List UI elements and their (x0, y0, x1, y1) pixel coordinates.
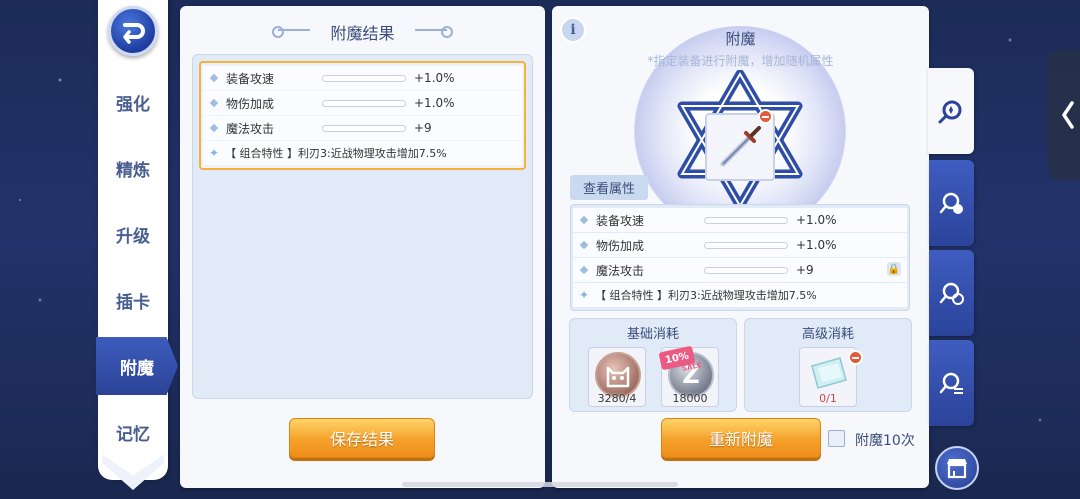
nav-item-card[interactable]: 插卡 (98, 278, 168, 322)
enchant-list-icon (939, 372, 963, 394)
view-attributes-button[interactable]: 查看属性 (570, 175, 648, 200)
sparkle-icon: ✦ (579, 288, 590, 302)
nav-item-strengthen[interactable]: 强化 (98, 80, 168, 124)
basic-cost-title: 基础消耗 (626, 327, 679, 342)
nav-item-enchant[interactable]: 附魔 (96, 337, 178, 395)
enchant-panel: i 附魔 *指定装备进行附魔，增加随机属性 查看属性 装备攻速 +1.0% 物伤… (552, 6, 929, 488)
enchant-transfer-icon (939, 282, 964, 305)
current-combo-row: ✦ 【 组合特性 】利刃3:近战物理攻击增加7.5% (573, 283, 907, 307)
advanced-cost-title: 高级消耗 (801, 327, 854, 342)
attr-value: +1.0% (414, 71, 455, 85)
result-attr-row: 装备攻速 +1.0% (203, 66, 522, 90)
diamond-bullet-icon (579, 215, 589, 225)
attr-level-bar (704, 241, 788, 249)
shop-button[interactable] (935, 446, 979, 490)
diamond-bullet-icon (579, 240, 589, 250)
sword-icon (720, 126, 761, 167)
tab-enchant-4[interactable] (929, 340, 974, 426)
title-decoration-right (415, 26, 453, 38)
enchant-10-times-checkbox[interactable] (828, 430, 845, 447)
current-attr-row: 魔法攻击 +9 🔒 (573, 258, 907, 282)
attr-name: 魔法攻击 (226, 121, 275, 136)
attr-level-bar (322, 99, 406, 107)
tab-enchant-2[interactable] (929, 160, 974, 246)
attr-value: +1.0% (796, 238, 837, 252)
re-enchant-button[interactable]: 重新附魔 (661, 418, 821, 458)
attr-value: +1.0% (414, 96, 455, 110)
chevron-left-icon (1062, 101, 1074, 129)
attr-name: 魔法攻击 (596, 263, 645, 278)
cost-amount: 18000 (672, 392, 708, 405)
remove-equipment-icon[interactable] (758, 109, 773, 124)
combo-text: 【 组合特性 】利刃3:近战物理攻击增加7.5% (595, 289, 817, 302)
result-attr-row: 物伤加成 +1.0% (203, 91, 522, 115)
diamond-bullet-icon (579, 265, 589, 275)
cost-amount: 3280/4 (597, 392, 637, 405)
enchant-title: 附魔 (725, 30, 756, 48)
enchant-10-times-label[interactable]: 附魔10次 (855, 430, 915, 450)
current-attribute-box: 装备攻速 +1.0% 物伤加成 +1.0% 魔法攻击 +9 🔒 ✦ 【 组合特性… (570, 204, 910, 311)
result-combo-row: ✦ 【 组合特性 】利刃3:近战物理攻击增加7.5% (203, 141, 522, 165)
tab-enchant[interactable] (928, 68, 974, 154)
current-attr-row: 装备攻速 +1.0% (573, 208, 907, 232)
enchant-magic-icon (938, 100, 962, 124)
attr-level-bar (704, 266, 788, 274)
advanced-cost-box: 高级消耗 0/1 (744, 318, 912, 412)
attr-value: +9 (414, 121, 432, 135)
attr-name: 装备攻速 (596, 213, 645, 228)
diamond-bullet-icon (209, 123, 219, 133)
nav-item-refine[interactable]: 精炼 (98, 146, 168, 190)
attr-level-bar (704, 216, 788, 224)
attr-value: +9 (796, 263, 814, 277)
result-list: 装备攻速 +1.0% 物伤加成 +1.0% 魔法攻击 +9 ✦ 【 组合特性 】… (192, 54, 533, 399)
nav-item-upgrade[interactable]: 升级 (98, 212, 168, 256)
save-result-button[interactable]: 保存结果 (289, 418, 435, 458)
basic-cost-box: 基础消耗 3280/4 Z 18000 10% SALE (569, 318, 737, 412)
result-attribute-box[interactable]: 装备攻速 +1.0% 物伤加成 +1.0% 魔法攻击 +9 ✦ 【 组合特性 】… (199, 61, 526, 170)
enchant-result-panel: 附魔结果 装备攻速 +1.0% 物伤加成 +1.0% 魔法攻击 +9 ✦ 【 组… (180, 6, 545, 488)
diamond-bullet-icon (209, 98, 219, 108)
enchant-variant-icon (939, 192, 963, 214)
cost-item-slot[interactable]: 3280/4 (588, 347, 646, 407)
result-title: 附魔结果 (330, 24, 395, 43)
attr-name: 物伤加成 (226, 96, 275, 111)
cost-amount: 0/1 (819, 392, 837, 405)
remove-advanced-item-icon[interactable] (848, 350, 863, 365)
home-indicator-bar[interactable] (402, 482, 678, 487)
lock-icon[interactable]: 🔒 (887, 262, 901, 276)
attr-level-bar (322, 74, 406, 82)
result-attr-row: 魔法攻击 +9 (203, 116, 522, 140)
attr-value: +1.0% (796, 213, 837, 227)
shop-icon (947, 459, 967, 479)
combo-text: 【 组合特性 】利刃3:近战物理攻击增加7.5% (225, 147, 447, 160)
tab-enchant-3[interactable] (929, 250, 974, 336)
back-arrow-icon (123, 23, 145, 44)
enchant-ticket-icon (811, 357, 847, 389)
diamond-bullet-icon (209, 73, 219, 83)
enchant-subtitle: *指定装备进行附魔，增加随机属性 (647, 54, 834, 68)
nav-item-memory[interactable]: 记忆 (98, 410, 168, 454)
side-drawer-handle[interactable] (1048, 50, 1080, 180)
current-attr-row: 物伤加成 +1.0% (573, 233, 907, 257)
cat-face-icon (606, 366, 630, 388)
back-button[interactable] (108, 6, 158, 56)
attr-name: 物伤加成 (596, 238, 645, 253)
sparkle-icon: ✦ (209, 146, 220, 160)
attr-level-bar (322, 124, 406, 132)
attr-name: 装备攻速 (226, 71, 275, 86)
